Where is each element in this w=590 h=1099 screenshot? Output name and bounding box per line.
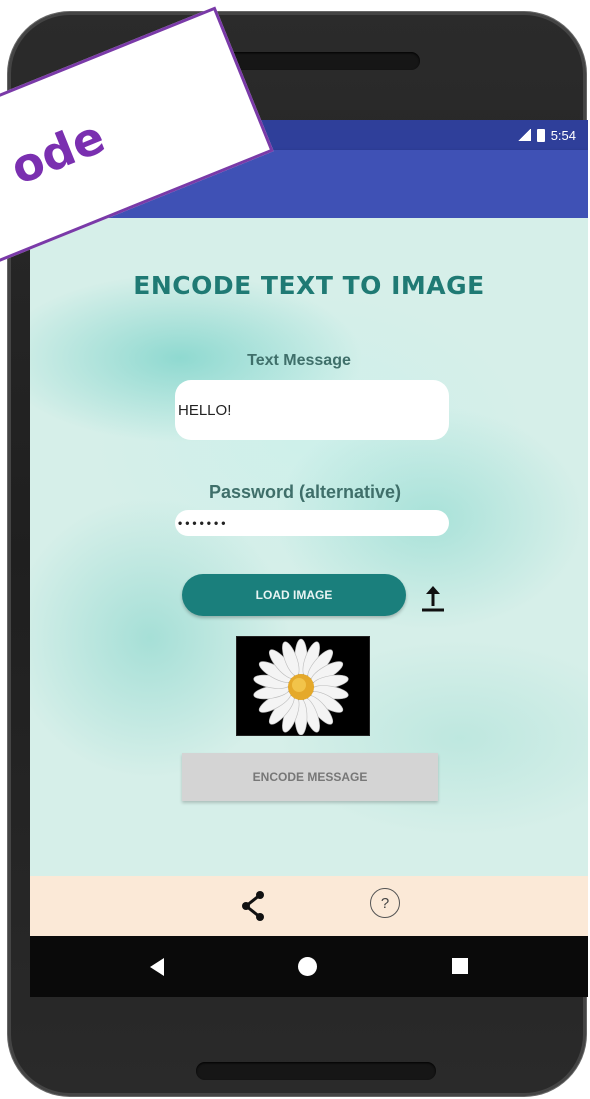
status-icons: 5:54 — [516, 126, 576, 144]
text-message-value: HELLO! — [178, 401, 232, 419]
back-icon[interactable] — [150, 958, 164, 976]
help-glyph: ? — [380, 894, 390, 912]
recents-icon[interactable] — [452, 958, 468, 974]
phone-screen: 5:54 yptoStega ENCODE TEXT TO IMAGE Text… — [30, 120, 588, 997]
encode-message-button[interactable]: ENCODE MESSAGE — [182, 753, 438, 801]
password-value: ••••••• — [178, 516, 229, 530]
bottom-speaker — [196, 1062, 436, 1080]
encode-screen: ENCODE TEXT TO IMAGE Text Message HELLO!… — [30, 218, 588, 876]
upload-icon[interactable] — [418, 582, 448, 612]
help-icon[interactable]: ? — [370, 888, 400, 918]
load-image-button[interactable]: LOAD IMAGE — [182, 574, 406, 616]
text-message-label: Text Message — [247, 352, 351, 369]
bottom-action-bar: ? — [30, 876, 588, 936]
battery-icon — [536, 128, 545, 142]
password-label: Password (alternative) — [208, 482, 402, 502]
home-icon[interactable] — [298, 957, 317, 976]
page-title: ENCODE TEXT TO IMAGE — [133, 271, 485, 300]
share-icon[interactable] — [238, 889, 268, 923]
daisy-image — [236, 636, 370, 736]
text-message-input[interactable]: HELLO! — [175, 380, 449, 440]
banner-text: ode — [3, 109, 113, 196]
status-time: 5:54 — [550, 127, 576, 143]
password-input[interactable]: ••••••• — [175, 510, 449, 536]
system-nav-bar — [30, 936, 588, 997]
signal-icon — [516, 129, 531, 141]
